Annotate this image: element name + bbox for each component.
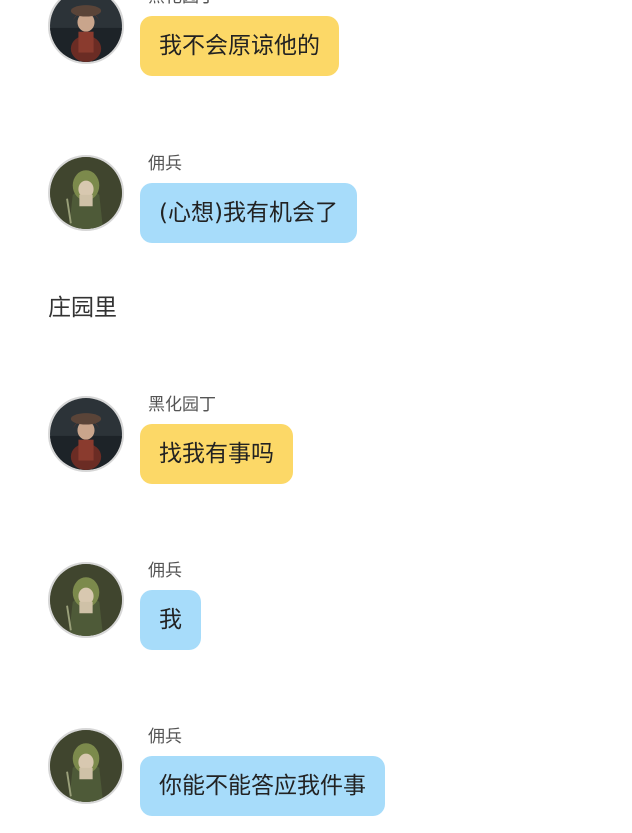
gardener-avatar-icon[interactable] bbox=[48, 0, 124, 64]
message-bubble[interactable]: 找我有事吗 bbox=[140, 424, 293, 484]
message-bubble[interactable]: (心想)我有机会了 bbox=[140, 183, 357, 243]
chat-message: 佣兵 (心想)我有机会了 bbox=[0, 154, 632, 255]
chat-message: 黑化园丁 找我有事吗 bbox=[0, 395, 632, 496]
message-bubble[interactable]: 我不会原谅他的 bbox=[140, 16, 339, 76]
sender-name: 黑化园丁 bbox=[148, 395, 216, 415]
mercenary-avatar-icon[interactable] bbox=[48, 155, 124, 231]
sender-name: 佣兵 bbox=[148, 727, 182, 747]
message-bubble[interactable]: 我 bbox=[140, 590, 201, 650]
chat-transcript: 黑化园丁 我不会原谅他的 佣兵 (心想)我有机会了 庄园里 bbox=[0, 0, 632, 833]
chat-message: 黑化园丁 我不会原谅他的 bbox=[0, 0, 632, 88]
chat-message: 佣兵 我 bbox=[0, 561, 632, 662]
mercenary-avatar-icon[interactable] bbox=[48, 728, 124, 804]
message-bubble[interactable]: 你能不能答应我件事 bbox=[140, 756, 385, 816]
gardener-avatar-icon[interactable] bbox=[48, 396, 124, 472]
chat-message: 佣兵 你能不能答应我件事 bbox=[0, 727, 632, 828]
sender-name: 佣兵 bbox=[148, 561, 182, 581]
narration-text: 庄园里 bbox=[48, 295, 117, 321]
sender-name: 佣兵 bbox=[148, 154, 182, 174]
sender-name: 黑化园丁 bbox=[148, 0, 216, 8]
mercenary-avatar-icon[interactable] bbox=[48, 562, 124, 638]
